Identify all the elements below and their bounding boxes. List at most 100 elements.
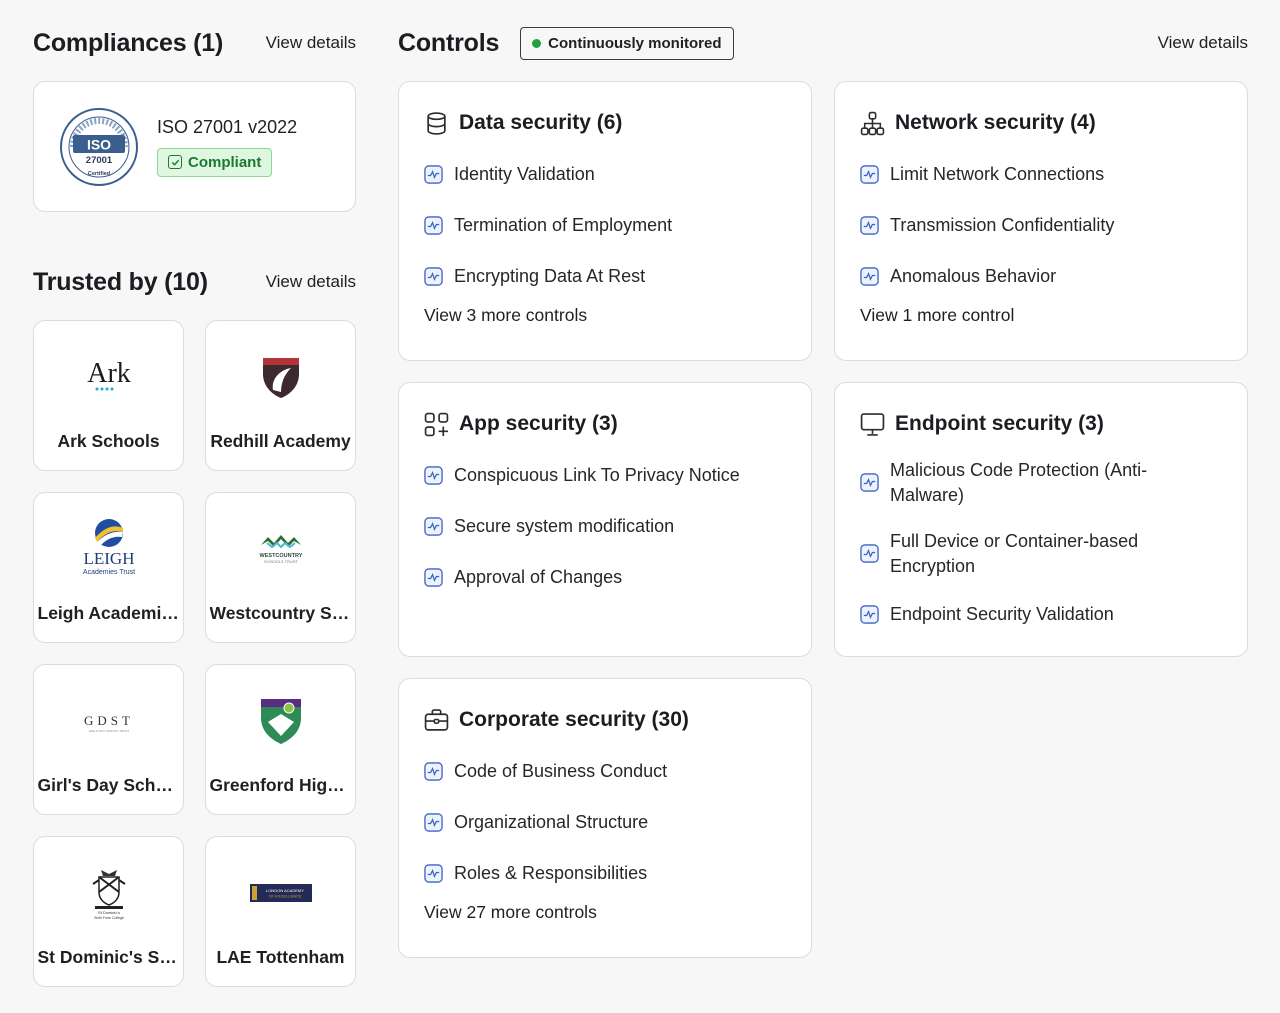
trusted-tile-westcountry[interactable]: WESTCOUNTRY SCHOOLS TRUST Westcountry Sc… — [205, 492, 356, 643]
svg-text:LEIGH: LEIGH — [83, 549, 134, 568]
control-item[interactable]: Limit Network Connections — [860, 149, 1222, 200]
control-item[interactable]: Anomalous Behavior — [860, 251, 1222, 302]
greenford-high-shield-logo — [216, 695, 346, 747]
compliance-card-iso-27001[interactable]: ISO 27001 Certified ISO 27001 v2022 Comp… — [33, 81, 356, 212]
controls-column: Controls Continuously monitored View det… — [398, 24, 1248, 958]
control-item[interactable]: Transmission Confidentiality — [860, 200, 1222, 251]
monitoring-pulse-icon — [860, 605, 879, 624]
ark-schools-logo: Ark — [44, 351, 174, 403]
trusted-tile-name: LAE Tottenham — [216, 947, 345, 967]
view-more-controls-link[interactable]: View 1 more control — [860, 305, 1014, 326]
compliance-name: ISO 27001 v2022 — [157, 116, 298, 137]
monitoring-pulse-icon — [424, 216, 443, 235]
control-list: Code of Business Conduct Organizational … — [424, 746, 786, 899]
control-item[interactable]: Roles & Responsibilities — [424, 848, 786, 899]
trusted-tile-greenford-high[interactable]: Greenford High School — [205, 664, 356, 815]
trusted-tile-leigh-academies[interactable]: LEIGH Academies Trust Leigh Academies Tr… — [33, 492, 184, 643]
westcountry-schools-logo: WESTCOUNTRY SCHOOLS TRUST — [216, 523, 346, 575]
trusted-tile-ark-schools[interactable]: Ark Ark Schools — [33, 320, 184, 471]
control-item[interactable]: Endpoint Security Validation — [860, 589, 1222, 640]
control-list: Identity Validation Termination of Emplo… — [424, 149, 786, 302]
trusted-view-details-link[interactable]: View details — [266, 272, 356, 292]
control-item[interactable]: Approval of Changes — [424, 552, 786, 603]
trusted-tile-name: Leigh Academies Trust — [37, 603, 180, 623]
gdst-logo: GDST GIRLS' DAY SCHOOL TRUST — [44, 695, 174, 747]
svg-text:ISO: ISO — [87, 136, 111, 152]
control-card-corporate-security: Corporate security (30) Code of Business… — [398, 678, 812, 958]
compliances-view-details-link[interactable]: View details — [266, 33, 356, 53]
trusted-tile-name: Westcountry Schools Trust — [209, 603, 352, 623]
control-item[interactable]: Termination of Employment — [424, 200, 786, 251]
continuously-monitored-badge: Continuously monitored — [520, 26, 734, 60]
control-card-endpoint-security: Endpoint security (3) Malicious Code Pro… — [834, 382, 1248, 657]
control-card-title: Data security (6) — [424, 108, 786, 138]
monitoring-pulse-icon — [424, 517, 443, 536]
left-column: Compliances (1) View details ISO 27001 C… — [33, 24, 356, 987]
svg-text:Sixth Form College: Sixth Form College — [94, 916, 124, 920]
controls-view-details-link[interactable]: View details — [1158, 33, 1248, 53]
trusted-tile-name: Ark Schools — [57, 431, 160, 451]
check-icon — [168, 155, 182, 169]
controls-header: Controls Continuously monitored View det… — [398, 24, 1248, 62]
compliant-status-label: Compliant — [188, 153, 262, 171]
control-item[interactable]: Full Device or Container-based Encryptio… — [860, 518, 1222, 589]
control-card-title: Network security (4) — [860, 108, 1222, 138]
svg-text:27001: 27001 — [86, 155, 113, 166]
control-card-app-security: App security (3) Conspicuous Link To Pri… — [398, 382, 812, 657]
control-list: Malicious Code Protection (Anti-Malware)… — [860, 447, 1222, 640]
monitoring-pulse-icon — [860, 216, 879, 235]
iso-certified-badge-icon: ISO 27001 Certified — [60, 107, 138, 186]
redhill-academy-shield-logo — [216, 351, 346, 403]
compliances-header: Compliances (1) View details — [33, 24, 356, 62]
control-list: Limit Network Connections Transmission C… — [860, 149, 1222, 302]
monitoring-pulse-icon — [424, 568, 443, 587]
compliant-status-badge: Compliant — [157, 147, 273, 177]
trusted-tile-name: Redhill Academy — [210, 431, 351, 451]
control-item[interactable]: Organizational Structure — [424, 797, 786, 848]
trusted-tile-st-dominics[interactable]: St Dominic's Sixth Form College St Domin… — [33, 836, 184, 987]
apps-icon — [424, 412, 449, 436]
control-card-network-security: Network security (4) Limit Network Conne… — [834, 81, 1248, 361]
control-item[interactable]: Encrypting Data At Rest — [424, 251, 786, 302]
svg-text:St Dominic's: St Dominic's — [97, 910, 119, 915]
leigh-academies-logo: LEIGH Academies Trust — [44, 519, 174, 576]
trusted-tile-redhill-academy[interactable]: Redhill Academy — [205, 320, 356, 471]
controls-grid: Data security (6) Identity Validation Te… — [398, 81, 1248, 958]
briefcase-icon — [424, 708, 449, 731]
status-dot-icon — [532, 38, 542, 48]
control-card-title: Endpoint security (3) — [860, 409, 1222, 439]
monitoring-pulse-icon — [424, 466, 443, 485]
trusted-tile-name: St Dominic's Sixth Form College — [37, 947, 180, 967]
control-item[interactable]: Code of Business Conduct — [424, 746, 786, 797]
control-list: Conspicuous Link To Privacy Notice Secur… — [424, 450, 786, 603]
svg-text:Academies Trust: Academies Trust — [82, 569, 134, 576]
lae-tottenham-logo: LONDON ACADEMY OF EXCELLENCE — [216, 867, 346, 919]
view-more-controls-link[interactable]: View 27 more controls — [424, 902, 597, 923]
svg-text:LONDON ACADEMY: LONDON ACADEMY — [266, 888, 304, 893]
trusted-by-grid: Ark Ark Schools Redhill Academy LEIGH Ac… — [33, 320, 356, 987]
trusted-tile-gdst[interactable]: GDST GIRLS' DAY SCHOOL TRUST Girl's Day … — [33, 664, 184, 815]
svg-text:GDST: GDST — [84, 713, 134, 728]
monitoring-pulse-icon — [860, 267, 879, 286]
st-dominics-crest-logo: St Dominic's Sixth Form College — [44, 867, 174, 920]
monitor-icon — [860, 412, 885, 436]
trusted-tile-name: Girl's Day School Trust — [37, 775, 180, 795]
trusted-header: Trusted by (10) View details — [33, 263, 356, 301]
svg-text:OF EXCELLENCE: OF EXCELLENCE — [268, 894, 301, 899]
view-more-controls-link[interactable]: View 3 more controls — [424, 305, 587, 326]
compliance-info: ISO 27001 v2022 Compliant — [157, 117, 297, 177]
trusted-tile-name: Greenford High School — [209, 775, 352, 795]
control-item[interactable]: Identity Validation — [424, 149, 786, 200]
monitoring-pulse-icon — [860, 473, 879, 492]
svg-text:GIRLS' DAY SCHOOL TRUST: GIRLS' DAY SCHOOL TRUST — [88, 729, 129, 733]
network-icon — [860, 111, 885, 135]
monitoring-pulse-icon — [424, 762, 443, 781]
control-card-title: App security (3) — [424, 409, 786, 439]
compliances-title: Compliances (1) — [33, 28, 224, 57]
database-icon — [427, 111, 446, 135]
control-item[interactable]: Malicious Code Protection (Anti-Malware) — [860, 447, 1222, 518]
control-item[interactable]: Secure system modification — [424, 501, 786, 552]
control-item[interactable]: Conspicuous Link To Privacy Notice — [424, 450, 786, 501]
control-card-title: Corporate security (30) — [424, 705, 786, 735]
trusted-tile-lae-tottenham[interactable]: LONDON ACADEMY OF EXCELLENCE LAE Tottenh… — [205, 836, 356, 987]
